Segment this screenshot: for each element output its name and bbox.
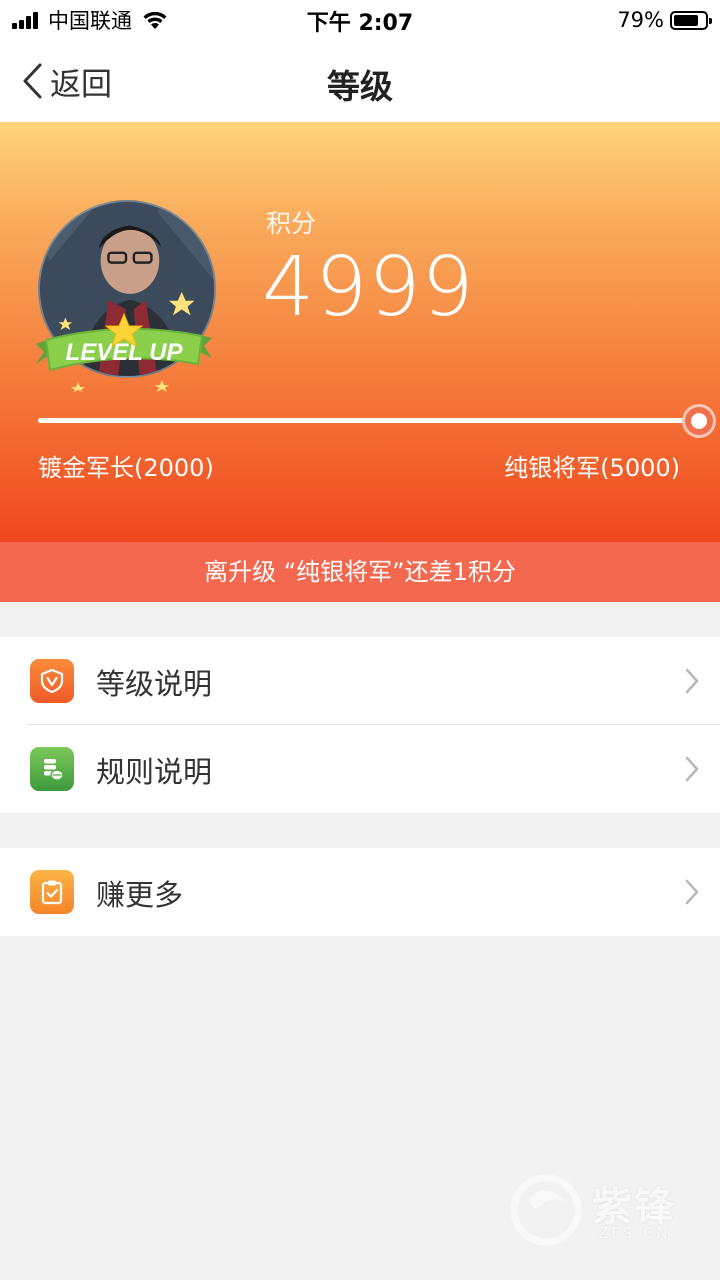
progress-knob (682, 404, 716, 438)
clipboard-check-icon (30, 870, 74, 914)
chevron-right-icon (685, 668, 699, 694)
battery-tip (709, 17, 712, 24)
level-up-badge-text: LEVEL UP (66, 339, 184, 366)
menu-item-earn-more[interactable]: 赚更多 (0, 848, 720, 936)
menu-group-info: 等级说明 规则说明 (0, 637, 720, 813)
status-bar: 中国联通 下午 2:07 79% (0, 0, 720, 40)
current-level-label: 镀金军长(2000) (38, 454, 214, 482)
battery-icon (670, 10, 712, 30)
menu-label: 赚更多 (96, 878, 184, 912)
next-level-label: 纯银将军(5000) (504, 454, 680, 482)
menu-label: 等级说明 (96, 667, 213, 701)
status-right: 79% (617, 6, 712, 34)
status-time: 下午 2:07 (306, 11, 414, 36)
battery-fill (674, 14, 698, 26)
upgrade-tip: 离升级 “纯银将军”还差1积分 (0, 542, 720, 602)
score-value: 4999 (262, 240, 475, 335)
menu-item-rules-info[interactable]: 规则说明 (0, 725, 720, 813)
battery-percent: 79% (617, 8, 664, 32)
watermark-logo-icon (510, 1174, 582, 1246)
menu-label: 规则说明 (96, 755, 213, 789)
watermark: 紫锋 ZFS.CN (506, 1170, 696, 1250)
level-progress-fill (38, 418, 700, 423)
shield-icon (30, 659, 74, 703)
chevron-right-icon (685, 879, 699, 905)
level-up-badge-icon: LEVEL UP (36, 312, 212, 392)
menu-group-earn: 赚更多 (0, 848, 720, 936)
level-header: LEVEL UP 积分 4999 镀金军长(2000) 纯银将军(5000) (0, 122, 720, 542)
level-screen: 中国联通 下午 2:07 79% 返回 等级 LEVEL UP 积分 4999 … (0, 0, 720, 1280)
menu-item-level-info[interactable]: 等级说明 (0, 637, 720, 725)
chevron-right-icon (685, 756, 699, 782)
nav-bar: 返回 等级 (0, 40, 720, 122)
coins-icon (30, 747, 74, 791)
score-label: 积分 (266, 209, 317, 238)
level-progress-bar (38, 418, 700, 423)
watermark-sub: ZFS.CN (598, 1224, 671, 1242)
page-title: 等级 (327, 67, 393, 106)
